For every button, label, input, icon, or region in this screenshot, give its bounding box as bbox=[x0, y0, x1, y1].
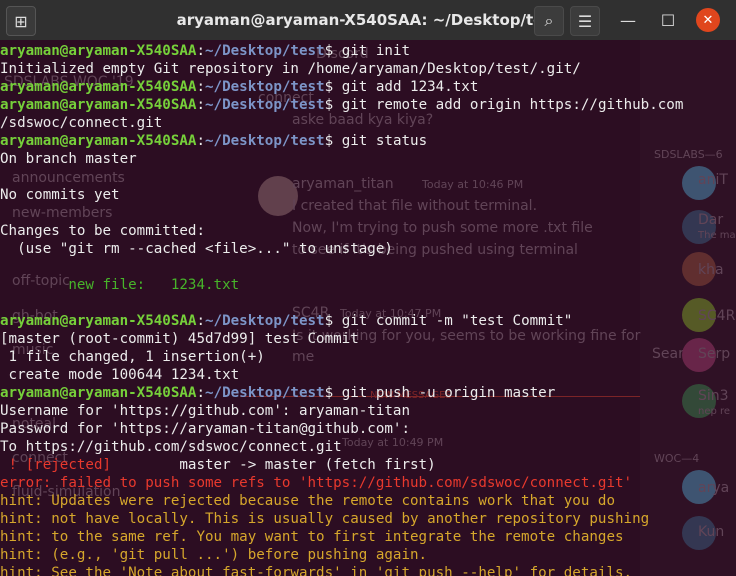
hint-text: hint: See the 'Note about fast-forwards'… bbox=[0, 565, 633, 576]
hint-text: hint: (e.g., 'git pull ...') before push… bbox=[0, 547, 428, 563]
output-text: create mode 100644 1234.txt bbox=[0, 367, 240, 383]
terminal-window: ⊞ aryaman@aryaman-X540SAA: ~/Desktop/tes… bbox=[0, 0, 736, 576]
output-text: 1 file changed, 1 insertion(+) bbox=[0, 349, 265, 365]
prompt-symbol: $ bbox=[324, 133, 342, 149]
staged-file-text: new file: 1234.txt bbox=[0, 277, 240, 293]
prompt-user: aryaman@aryaman-X540SAA bbox=[0, 385, 197, 401]
prompt-user: aryaman@aryaman-X540SAA bbox=[0, 43, 197, 59]
hint-text: hint: Updates were rejected because the … bbox=[0, 493, 615, 509]
prompt-path: ~/Desktop/test bbox=[205, 43, 325, 59]
prompt-line: aryaman@aryaman-X540SAA:~/Desktop/test$ … bbox=[0, 96, 736, 114]
prompt-symbol: $ bbox=[324, 313, 342, 329]
command-text: git init bbox=[341, 43, 411, 59]
output-text: /sdswoc/connect.git bbox=[0, 115, 163, 131]
hint-line: hint: See the 'Note about fast-forwards'… bbox=[0, 564, 736, 576]
output-text: (use "git rm --cached <file>..." to unst… bbox=[0, 241, 393, 257]
rejected-mark: ! [rejected] bbox=[0, 457, 112, 473]
prompt-separator: : bbox=[196, 97, 206, 113]
output-line: Username for 'https://github.com': aryam… bbox=[0, 402, 736, 420]
prompt-user: aryaman@aryaman-X540SAA bbox=[0, 79, 197, 95]
rejected-detail: master -> master (fetch first) bbox=[111, 457, 436, 473]
prompt-path: ~/Desktop/test bbox=[205, 313, 325, 329]
hint-line: hint: Updates were rejected because the … bbox=[0, 492, 736, 510]
output-text: No commits yet bbox=[0, 187, 120, 203]
output-text: Password for 'https://aryaman-titan@gith… bbox=[0, 421, 410, 437]
output-line: 1 file changed, 1 insertion(+) bbox=[0, 348, 736, 366]
search-icon: ⌕ bbox=[544, 11, 554, 30]
prompt-path: ~/Desktop/test bbox=[205, 133, 325, 149]
output-text: Initialized empty Git repository in /hom… bbox=[0, 61, 581, 77]
output-text: Changes to be committed: bbox=[0, 223, 205, 239]
new-tab-icon: ⊞ bbox=[14, 11, 28, 31]
command-text: git remote add origin https://github.com bbox=[341, 97, 684, 113]
command-text: git push -u origin master bbox=[341, 385, 556, 401]
error-line: error: failed to push some refs to 'http… bbox=[0, 474, 736, 492]
hint-text: hint: to the same ref. You may want to f… bbox=[0, 529, 624, 545]
menu-button[interactable]: ☰ bbox=[570, 6, 600, 36]
hint-text: hint: not have locally. This is usually … bbox=[0, 511, 650, 527]
output-text: On branch master bbox=[0, 151, 137, 167]
maximize-button[interactable]: ☐ bbox=[654, 6, 682, 34]
title-bar: ⊞ aryaman@aryaman-X540SAA: ~/Desktop/tes… bbox=[0, 0, 736, 40]
minimize-button[interactable]: — bbox=[614, 6, 642, 34]
close-button[interactable]: ✕ bbox=[696, 8, 720, 32]
prompt-separator: : bbox=[196, 385, 206, 401]
command-text: git commit -m "test Commit" bbox=[341, 313, 573, 329]
output-text: Username for 'https://github.com': aryam… bbox=[0, 403, 410, 419]
terminal-area[interactable]: SDSLABS WOC '19 Discord connect announce… bbox=[0, 40, 736, 576]
output-line: [master (root-commit) 45d7d99] test Comm… bbox=[0, 330, 736, 348]
output-line: Changes to be committed: bbox=[0, 222, 736, 240]
prompt-separator: : bbox=[196, 79, 206, 95]
hamburger-icon: ☰ bbox=[577, 11, 593, 31]
hint-line: hint: (e.g., 'git pull ...') before push… bbox=[0, 546, 736, 564]
hint-line: hint: not have locally. This is usually … bbox=[0, 510, 736, 528]
output-line: To https://github.com/sdswoc/connect.git bbox=[0, 438, 736, 456]
minimize-icon: — bbox=[620, 10, 636, 30]
search-button[interactable]: ⌕ bbox=[534, 6, 564, 36]
prompt-user: aryaman@aryaman-X540SAA bbox=[0, 97, 197, 113]
output-text: To https://github.com/sdswoc/connect.git bbox=[0, 439, 342, 455]
prompt-path: ~/Desktop/test bbox=[205, 79, 325, 95]
prompt-symbol: $ bbox=[324, 97, 342, 113]
new-tab-button[interactable]: ⊞ bbox=[6, 6, 36, 36]
output-line: Initialized empty Git repository in /hom… bbox=[0, 60, 736, 78]
prompt-symbol: $ bbox=[324, 43, 342, 59]
terminal-output: aryaman@aryaman-X540SAA:~/Desktop/test$ … bbox=[0, 42, 736, 576]
command-text: git status bbox=[341, 133, 428, 149]
prompt-separator: : bbox=[196, 43, 206, 59]
prompt-line: aryaman@aryaman-X540SAA:~/Desktop/test$ … bbox=[0, 312, 736, 330]
prompt-symbol: $ bbox=[324, 79, 342, 95]
prompt-path: ~/Desktop/test bbox=[205, 385, 325, 401]
output-line: (use "git rm --cached <file>..." to unst… bbox=[0, 240, 736, 258]
prompt-line: aryaman@aryaman-X540SAA:~/Desktop/test$ … bbox=[0, 42, 736, 60]
prompt-user: aryaman@aryaman-X540SAA bbox=[0, 313, 197, 329]
hint-line: hint: to the same ref. You may want to f… bbox=[0, 528, 736, 546]
rejected-line: ! [rejected] master -> master (fetch fir… bbox=[0, 456, 736, 474]
command-text: git add 1234.txt bbox=[341, 79, 479, 95]
prompt-separator: : bbox=[196, 313, 206, 329]
staged-file-line: new file: 1234.txt bbox=[0, 276, 736, 294]
output-text: [master (root-commit) 45d7d99] test Comm… bbox=[0, 331, 359, 347]
prompt-line: aryaman@aryaman-X540SAA:~/Desktop/test$ … bbox=[0, 78, 736, 96]
output-line: /sdswoc/connect.git bbox=[0, 114, 736, 132]
prompt-symbol: $ bbox=[324, 385, 342, 401]
output-line: No commits yet bbox=[0, 186, 736, 204]
prompt-separator: : bbox=[196, 133, 206, 149]
close-icon: ✕ bbox=[702, 12, 714, 28]
prompt-path: ~/Desktop/test bbox=[205, 97, 325, 113]
prompt-line: aryaman@aryaman-X540SAA:~/Desktop/test$ … bbox=[0, 132, 736, 150]
prompt-user: aryaman@aryaman-X540SAA bbox=[0, 133, 197, 149]
output-line: Password for 'https://aryaman-titan@gith… bbox=[0, 420, 736, 438]
output-line: create mode 100644 1234.txt bbox=[0, 366, 736, 384]
output-line: On branch master bbox=[0, 150, 736, 168]
error-text: error: failed to push some refs to 'http… bbox=[0, 475, 633, 491]
maximize-icon: ☐ bbox=[660, 10, 676, 30]
prompt-line: aryaman@aryaman-X540SAA:~/Desktop/test$ … bbox=[0, 384, 736, 402]
